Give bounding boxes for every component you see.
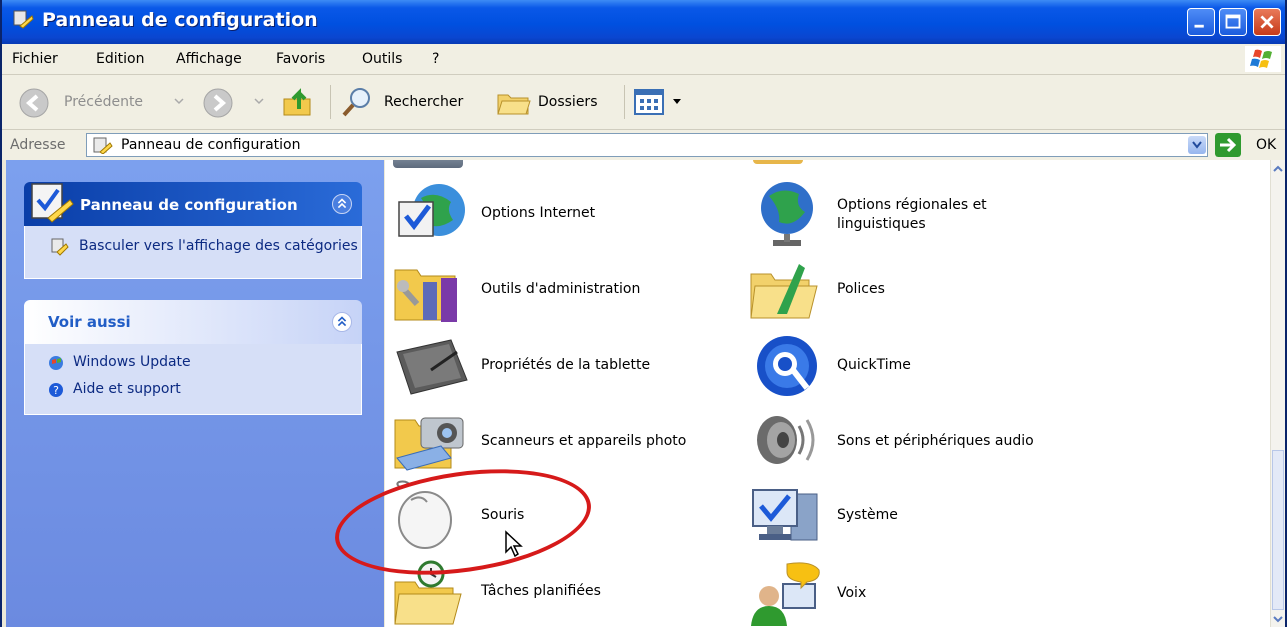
toolbar-separator	[624, 85, 625, 119]
maximize-icon	[1225, 14, 1241, 29]
forward-button[interactable]	[202, 75, 266, 129]
help-icon: ?	[49, 383, 63, 397]
menu-bar: Fichier Edition Affichage Favoris Outils…	[2, 44, 1285, 75]
svg-text:?: ?	[53, 384, 59, 397]
menu-affichage[interactable]: Affichage	[176, 51, 242, 67]
up-folder-icon	[283, 88, 311, 116]
tablet-icon	[396, 339, 468, 395]
item-sounds-audio[interactable]: Sons et périphériques audio	[747, 406, 1097, 476]
fonts-folder-icon	[750, 264, 818, 319]
collapse-button[interactable]	[332, 194, 352, 214]
see-also-header[interactable]: Voir aussi	[24, 300, 362, 344]
internet-options-icon	[398, 184, 465, 237]
task-box-header[interactable]: Panneau de configuration	[24, 182, 362, 226]
item-options-internet[interactable]: Options Internet	[391, 180, 741, 250]
address-value: Panneau de configuration	[121, 137, 301, 153]
system-icon	[752, 489, 818, 541]
chevron-down-icon	[174, 98, 184, 105]
scroll-up-icon[interactable]	[1272, 162, 1284, 176]
toolbar-separator	[330, 85, 331, 119]
up-folder-button[interactable]	[280, 75, 322, 129]
partial-item-icon	[393, 160, 463, 168]
control-panel-window: Panneau de configuration Fichier Edition…	[0, 0, 1287, 627]
close-button[interactable]	[1253, 8, 1281, 36]
partial-item-icon	[753, 160, 803, 164]
menu-favoris[interactable]: Favoris	[276, 51, 325, 67]
speaker-icon	[757, 416, 815, 464]
speech-icon	[751, 562, 820, 626]
mouse-pointer-icon	[505, 530, 523, 558]
vertical-scrollbar[interactable]	[1270, 160, 1285, 627]
item-polices[interactable]: Polices	[747, 256, 1097, 326]
switch-category-view-link[interactable]: Basculer vers l'affichage des catégories	[51, 238, 359, 256]
regional-options-icon	[761, 182, 813, 246]
scanner-camera-icon	[394, 417, 464, 471]
title-bar[interactable]: Panneau de configuration	[2, 0, 1285, 44]
chevron-up-icon	[337, 316, 347, 327]
chevron-down-icon	[1192, 141, 1202, 149]
minimize-button[interactable]	[1187, 8, 1215, 36]
window-title: Panneau de configuration	[42, 9, 318, 31]
address-bar: Adresse Panneau de configuration OK	[2, 130, 1285, 160]
windows-logo-icon	[1245, 46, 1281, 72]
close-icon	[1260, 15, 1274, 29]
control-panel-icon	[93, 137, 113, 154]
task-pane: Panneau de configuration Basculer vers l…	[6, 160, 384, 627]
chevron-down-icon	[673, 99, 681, 104]
item-scanners-cameras[interactable]: Scanneurs et appareils photo	[391, 406, 741, 476]
views-grid-icon	[634, 89, 664, 115]
back-arrow-icon	[19, 88, 49, 118]
search-button[interactable]: Rechercher	[340, 75, 480, 129]
go-label[interactable]: OK	[1256, 137, 1276, 153]
item-systeme[interactable]: Système	[747, 480, 1097, 550]
admin-tools-icon	[394, 269, 457, 322]
folders-button[interactable]: Dossiers	[496, 75, 616, 129]
forward-arrow-icon	[203, 88, 233, 118]
toolbar: Précédente Rechercher Dossiers	[2, 75, 1285, 130]
control-panel-icon	[51, 238, 69, 256]
item-regional-options[interactable]: Options régionales et linguistiques	[747, 180, 1097, 250]
windows-update-link[interactable]: Windows Update	[47, 354, 191, 371]
task-box-body: Basculer vers l'affichage des catégories	[24, 226, 362, 279]
views-button[interactable]	[634, 75, 690, 129]
windows-update-icon	[49, 356, 63, 370]
control-panel-icon	[13, 10, 34, 29]
control-panel-task-box: Panneau de configuration Basculer vers l…	[24, 182, 362, 279]
go-arrow-icon	[1215, 133, 1241, 157]
item-quicktime[interactable]: QuickTime	[747, 330, 1097, 400]
item-admin-tools[interactable]: Outils d'administration	[391, 256, 741, 326]
help-support-link[interactable]: ? Aide et support	[47, 381, 181, 398]
see-also-body: Windows Update ? Aide et support	[24, 344, 362, 415]
see-also-title: Voir aussi	[48, 313, 131, 331]
item-voix[interactable]: Voix	[747, 558, 1097, 627]
back-button[interactable]: Précédente	[18, 75, 188, 129]
collapse-button[interactable]	[332, 312, 352, 332]
item-tablet[interactable]: Propriétés de la tablette	[391, 330, 741, 400]
chevron-down-icon	[254, 98, 264, 105]
chevron-up-icon	[337, 198, 347, 209]
menu-outils[interactable]: Outils	[362, 51, 402, 67]
address-dropdown-button[interactable]	[1188, 136, 1206, 154]
menu-edition[interactable]: Edition	[96, 51, 144, 67]
address-field[interactable]: Panneau de configuration	[86, 133, 1208, 157]
control-panel-icon	[31, 183, 74, 223]
folders-icon	[497, 94, 531, 115]
scroll-thumb[interactable]	[1272, 450, 1284, 610]
quicktime-icon	[757, 336, 817, 396]
see-also-task-box: Voir aussi Windows Update ? Aide et supp…	[24, 300, 362, 415]
menu-fichier[interactable]: Fichier	[12, 51, 58, 67]
go-button[interactable]	[1215, 133, 1245, 157]
address-label: Adresse	[10, 137, 66, 153]
task-box-title: Panneau de configuration	[80, 196, 298, 214]
menu-help[interactable]: ?	[432, 51, 439, 67]
scroll-down-icon[interactable]	[1272, 612, 1284, 626]
maximize-button[interactable]	[1219, 8, 1247, 36]
minimize-icon	[1194, 24, 1204, 28]
search-icon	[342, 88, 370, 117]
